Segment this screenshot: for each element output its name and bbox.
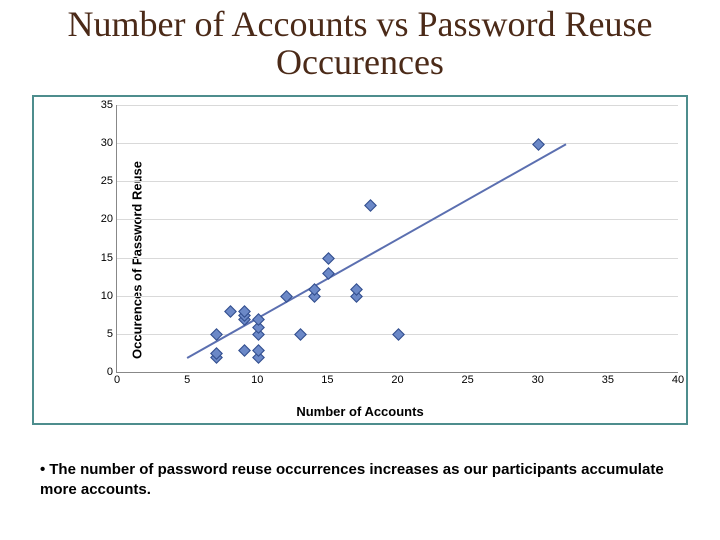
y-tick-label: 10 [101,290,117,302]
data-point [392,328,405,341]
gridline [117,143,678,144]
data-point [224,306,237,319]
y-tick-label: 15 [101,252,117,264]
x-tick-label: 40 [672,372,684,386]
data-point [294,328,307,341]
x-tick-label: 15 [321,372,333,386]
data-point [364,199,377,212]
x-tick-label: 0 [114,372,120,386]
chart-frame: Occurences of Password Reuse 05101520253… [32,95,688,425]
y-tick-label: 25 [101,175,117,187]
x-tick-label: 30 [532,372,544,386]
x-tick-label: 35 [602,372,614,386]
x-tick-label: 10 [251,372,263,386]
chart-title: Number of Accounts vs Password Reuse Occ… [0,6,720,82]
plot-wrap: 051015202530350510152025303540 [94,105,678,387]
gridline [117,181,678,182]
plot-area: 051015202530350510152025303540 [116,105,678,373]
gridline [117,296,678,297]
x-tick-label: 25 [462,372,474,386]
x-tick-label: 5 [184,372,190,386]
caption: •The number of password reuse occurrence… [40,460,680,499]
y-tick-label: 30 [101,137,117,149]
bullet-marker: • [40,460,45,480]
data-point [238,344,251,357]
x-tick-label: 20 [391,372,403,386]
data-point [532,138,545,151]
y-tick-label: 5 [107,328,117,340]
caption-text: The number of password reuse occurrences… [40,461,664,498]
gridline [117,219,678,220]
data-point [280,290,293,303]
gridline [117,105,678,106]
slide: Number of Accounts vs Password Reuse Occ… [0,0,720,540]
data-point [322,252,335,265]
gridline [117,258,678,259]
x-axis-label: Number of Accounts [34,404,686,419]
y-tick-label: 35 [101,99,117,111]
y-tick-label: 20 [101,213,117,225]
